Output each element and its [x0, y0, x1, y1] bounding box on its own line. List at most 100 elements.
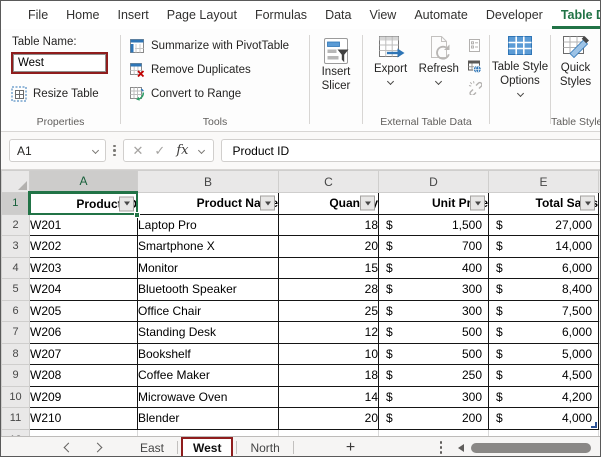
cell-empty[interactable] — [599, 386, 602, 408]
cell-empty[interactable] — [599, 236, 602, 258]
cell-product-id[interactable]: W207 — [30, 343, 138, 365]
column-header-a[interactable]: A — [30, 171, 138, 193]
cancel-icon[interactable]: ✕ — [133, 144, 144, 157]
resize-table-button[interactable]: Resize Table — [11, 82, 112, 106]
cell-unit-price[interactable]: $1,500 — [379, 214, 489, 236]
cell-product-id[interactable]: W208 — [30, 365, 138, 387]
cell-empty[interactable] — [489, 429, 599, 436]
cell-product-id[interactable]: W209 — [30, 386, 138, 408]
column-header-e[interactable]: E — [489, 171, 599, 193]
filter-button[interactable] — [260, 196, 275, 211]
row-header[interactable]: 7 — [2, 322, 30, 344]
cell-unit-price[interactable]: $300 — [379, 300, 489, 322]
cell-product-name[interactable]: Monitor — [138, 257, 279, 279]
row-header[interactable]: 6 — [2, 300, 30, 322]
header-cell-product-id[interactable]: Product ID — [30, 193, 138, 215]
cell-product-id[interactable]: W202 — [30, 236, 138, 258]
cell-unit-price[interactable]: $700 — [379, 236, 489, 258]
cell-unit-price[interactable]: $500 — [379, 322, 489, 344]
cell-unit-price[interactable]: $300 — [379, 279, 489, 301]
cell-total-sales[interactable]: $4,000 — [489, 408, 599, 430]
cell-quantity[interactable]: 25 — [279, 300, 379, 322]
cell-unit-price[interactable]: $250 — [379, 365, 489, 387]
header-cell-unit-price[interactable]: Unit Price — [379, 193, 489, 215]
row-header[interactable]: 9 — [2, 365, 30, 387]
cell-product-name[interactable]: Blender — [138, 408, 279, 430]
tab-bar-resizer[interactable] — [440, 441, 443, 454]
cell-empty[interactable] — [379, 429, 489, 436]
table-style-options-button[interactable]: Table Style Options — [490, 29, 550, 96]
tab-table-design[interactable]: Table Design — [552, 1, 600, 29]
cell-product-name[interactable]: Laptop Pro — [138, 214, 279, 236]
convert-to-range-button[interactable]: Convert to Range — [129, 82, 309, 106]
cell-empty[interactable] — [599, 193, 602, 215]
row-header[interactable]: 1 — [2, 193, 30, 215]
cell-product-name[interactable]: Bluetooth Speaker — [138, 279, 279, 301]
header-cell-product-name[interactable]: Product Name — [138, 193, 279, 215]
cell-empty[interactable] — [599, 300, 602, 322]
cell-total-sales[interactable]: $7,500 — [489, 300, 599, 322]
new-sheet-button[interactable]: + — [346, 440, 355, 456]
cell-product-name[interactable]: Coffee Maker — [138, 365, 279, 387]
row-header[interactable]: 3 — [2, 236, 30, 258]
cell-quantity[interactable]: 18 — [279, 365, 379, 387]
tab-automate[interactable]: Automate — [405, 1, 477, 29]
select-all-corner[interactable] — [2, 171, 30, 193]
tab-file[interactable]: File — [19, 1, 57, 29]
formula-input[interactable]: Product ID — [221, 139, 600, 162]
filter-button[interactable] — [580, 196, 595, 211]
tab-view[interactable]: View — [360, 1, 405, 29]
cell-total-sales[interactable]: $4,500 — [489, 365, 599, 387]
open-in-browser-button[interactable] — [465, 57, 483, 75]
cell-product-id[interactable]: W201 — [30, 214, 138, 236]
cell-total-sales[interactable]: $5,000 — [489, 343, 599, 365]
cell-total-sales[interactable]: $6,000 — [489, 257, 599, 279]
cell-product-id[interactable]: W204 — [30, 279, 138, 301]
header-cell-quantity[interactable]: Quantity — [279, 193, 379, 215]
cell-product-name[interactable]: Office Chair — [138, 300, 279, 322]
row-header[interactable]: 10 — [2, 386, 30, 408]
cell-total-sales[interactable]: $27,000 — [489, 214, 599, 236]
row-header[interactable]: 8 — [2, 343, 30, 365]
cell-quantity[interactable]: 12 — [279, 322, 379, 344]
cell-product-id[interactable]: W205 — [30, 300, 138, 322]
cell-unit-price[interactable]: $500 — [379, 343, 489, 365]
cell-empty[interactable] — [599, 214, 602, 236]
tab-formulas[interactable]: Formulas — [246, 1, 316, 29]
enter-icon[interactable]: ✓ — [154, 144, 165, 157]
cell-unit-price[interactable]: $400 — [379, 257, 489, 279]
cell-empty[interactable] — [599, 343, 602, 365]
sheet-tab-north[interactable]: North — [237, 437, 292, 457]
row-header[interactable]: 5 — [2, 279, 30, 301]
filter-button[interactable] — [470, 196, 485, 211]
cell-total-sales[interactable]: $14,000 — [489, 236, 599, 258]
tab-data[interactable]: Data — [316, 1, 360, 29]
sheet-tab-west[interactable]: West — [181, 437, 233, 457]
data-range-properties-button[interactable] — [465, 36, 483, 54]
cell-product-id[interactable]: W210 — [30, 408, 138, 430]
cell-unit-price[interactable]: $300 — [379, 386, 489, 408]
formula-bar-resizer[interactable] — [113, 145, 116, 157]
cell-unit-price[interactable]: $200 — [379, 408, 489, 430]
cell-quantity[interactable]: 14 — [279, 386, 379, 408]
cell-quantity[interactable]: 15 — [279, 257, 379, 279]
cell-empty[interactable] — [599, 279, 602, 301]
cell-empty[interactable] — [279, 429, 379, 436]
column-header-d[interactable]: D — [379, 171, 489, 193]
cell-empty[interactable] — [599, 429, 602, 436]
cell-product-id[interactable]: W203 — [30, 257, 138, 279]
row-header[interactable]: 4 — [2, 257, 30, 279]
cell-product-name[interactable]: Standing Desk — [138, 322, 279, 344]
filter-button[interactable] — [119, 196, 134, 211]
cell-empty[interactable] — [30, 429, 138, 436]
tab-developer[interactable]: Developer — [477, 1, 552, 29]
cell-quantity[interactable]: 20 — [279, 236, 379, 258]
cell-total-sales[interactable]: $8,400 — [489, 279, 599, 301]
column-header-b[interactable]: B — [138, 171, 279, 193]
tab-home[interactable]: Home — [57, 1, 108, 29]
remove-duplicates-button[interactable]: Remove Duplicates — [129, 58, 309, 82]
column-header-c[interactable]: C — [279, 171, 379, 193]
cell-quantity[interactable]: 10 — [279, 343, 379, 365]
scroll-left-icon[interactable] — [458, 444, 464, 452]
cell-empty[interactable] — [599, 365, 602, 387]
